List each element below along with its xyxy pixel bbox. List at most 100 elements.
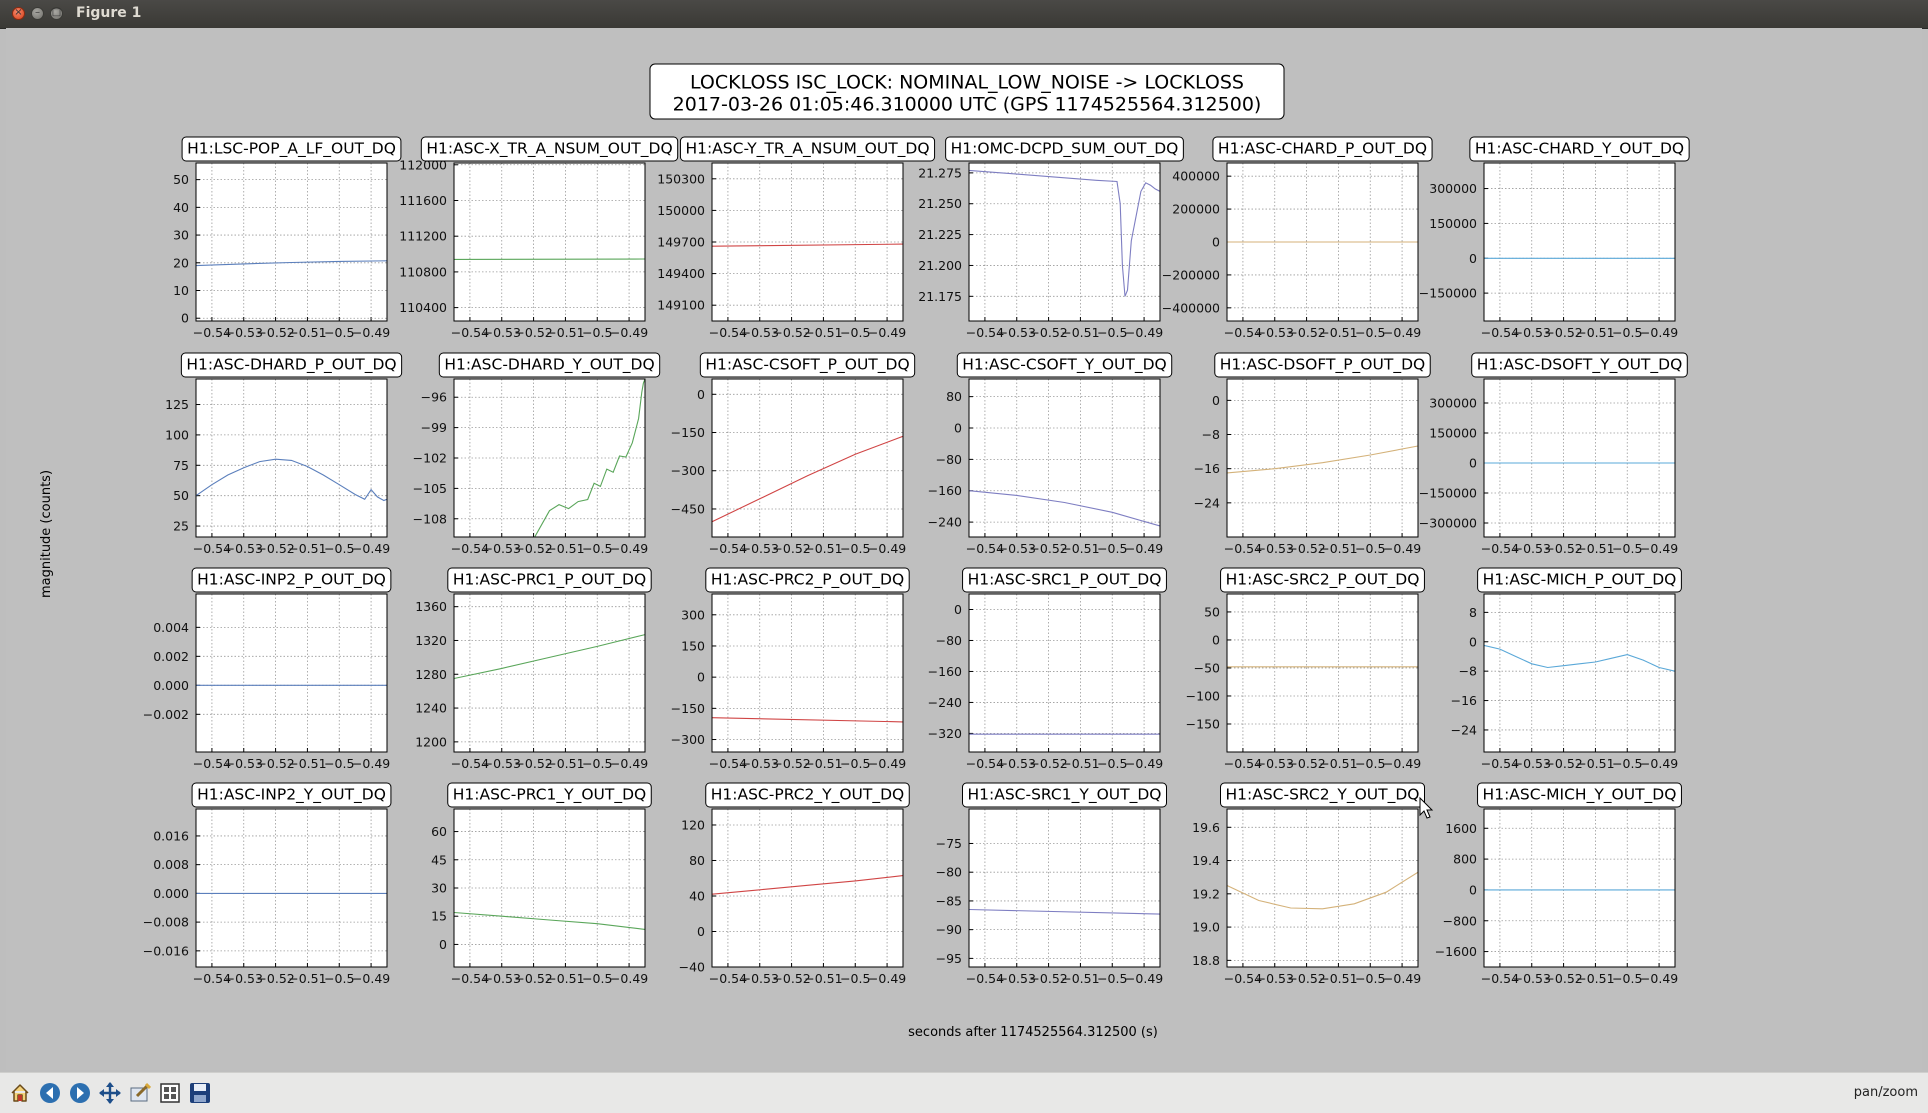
plot-area xyxy=(1227,379,1418,537)
subplot-title: H1:LSC-POP_A_LF_OUT_DQ xyxy=(187,140,396,159)
y-tick-label: −0.008 xyxy=(143,915,189,930)
subplot: −0.54−0.53−0.52−0.51−0.5−0.49−240−160−80… xyxy=(928,353,1172,556)
y-tick-label: 0 xyxy=(1469,634,1477,649)
x-tick-label: −0.5 xyxy=(1097,325,1127,340)
y-tick-label: −16 xyxy=(1194,461,1220,476)
subplot-title: H1:ASC-INP2_Y_OUT_DQ xyxy=(197,786,386,805)
x-tick-label: −0.49 xyxy=(610,541,648,556)
figure-canvas[interactable]: LOCKLOSS ISC_LOCK: NOMINAL_LOW_NOISE -> … xyxy=(6,28,1922,1070)
y-tick-label: 300000 xyxy=(1429,396,1477,411)
plot-area xyxy=(712,594,903,752)
y-tick-label: 18.8 xyxy=(1192,953,1220,968)
y-tick-label: 19.2 xyxy=(1192,886,1220,901)
y-tick-label: −100 xyxy=(1186,688,1220,703)
y-tick-label: 50 xyxy=(173,172,189,187)
y-tick-label: −160 xyxy=(928,483,962,498)
x-tick-label: −0.5 xyxy=(1612,541,1642,556)
home-button[interactable] xyxy=(8,1081,32,1105)
x-tick-label: −0.49 xyxy=(610,971,648,986)
y-tick-label: 110400 xyxy=(399,300,447,315)
forward-button[interactable] xyxy=(68,1081,92,1105)
x-tick-label: −0.49 xyxy=(1125,756,1163,771)
y-tick-label: 40 xyxy=(173,200,189,215)
y-tick-label: −40 xyxy=(679,960,705,975)
pan-button[interactable] xyxy=(98,1081,122,1105)
x-tick-label: −0.49 xyxy=(1125,325,1163,340)
plot-area xyxy=(1484,594,1675,752)
subplot: −0.54−0.53−0.52−0.51−0.5−0.49015304560H1… xyxy=(431,783,651,986)
y-tick-label: −450 xyxy=(671,501,705,516)
x-tick-label: −0.49 xyxy=(868,541,906,556)
subplot-title: H1:ASC-DSOFT_Y_OUT_DQ xyxy=(1477,356,1683,375)
x-tick-label: −0.5 xyxy=(1612,756,1642,771)
x-tick-label: −0.49 xyxy=(1125,971,1163,986)
save-button[interactable] xyxy=(188,1081,212,1105)
y-tick-label: −105 xyxy=(413,481,447,496)
y-tick-label: −8 xyxy=(1202,427,1220,442)
y-tick-label: 19.0 xyxy=(1192,920,1220,935)
y-tick-label: 0 xyxy=(954,602,962,617)
y-tick-label: −150 xyxy=(1186,716,1220,731)
maximize-icon: □ xyxy=(51,5,62,21)
x-tick-label: −0.5 xyxy=(582,325,612,340)
y-tick-label: 110800 xyxy=(399,264,447,279)
y-tick-label: −0.002 xyxy=(143,707,189,722)
y-tick-label: 21.225 xyxy=(918,227,962,242)
y-tick-label: 1600 xyxy=(1445,821,1477,836)
subplot: −0.54−0.53−0.52−0.51−0.5−0.49−400000−200… xyxy=(1162,137,1432,340)
save-icon xyxy=(189,1082,211,1104)
window-maximize-button[interactable]: □ xyxy=(50,7,63,20)
window-minimize-button[interactable]: – xyxy=(31,7,44,20)
plot-area xyxy=(1484,163,1675,321)
y-tick-label: 300000 xyxy=(1429,181,1477,196)
x-tick-label: −0.49 xyxy=(868,756,906,771)
plot-area xyxy=(969,809,1160,967)
y-tick-label: 150 xyxy=(681,638,705,653)
figure-xlabel: seconds after 1174525564.312500 (s) xyxy=(908,1025,1158,1040)
pan-icon xyxy=(99,1082,121,1104)
y-tick-label: 30 xyxy=(431,881,447,896)
x-tick-label: −0.51 xyxy=(1061,971,1099,986)
x-tick-label: −0.49 xyxy=(352,541,390,556)
subplot-title: H1:ASC-PRC2_P_OUT_DQ xyxy=(711,571,904,590)
subplot-title: H1:ASC-SRC1_P_OUT_DQ xyxy=(968,571,1162,590)
plot-area xyxy=(712,379,903,537)
window-title: Figure 1 xyxy=(76,5,141,21)
y-tick-label: −160 xyxy=(928,664,962,679)
window-close-button[interactable]: × xyxy=(12,7,25,20)
subplot-grid: −0.54−0.53−0.52−0.51−0.5−0.4901020304050… xyxy=(143,137,1689,986)
figure-svg[interactable]: LOCKLOSS ISC_LOCK: NOMINAL_LOW_NOISE -> … xyxy=(6,28,1922,1070)
subplot-title: H1:ASC-CSOFT_Y_OUT_DQ xyxy=(962,356,1166,375)
x-tick-label: −0.51 xyxy=(1061,756,1099,771)
y-tick-label: 40 xyxy=(689,888,705,903)
y-tick-label: 21.275 xyxy=(918,165,962,180)
x-tick-label: −0.49 xyxy=(868,325,906,340)
y-tick-label: 60 xyxy=(431,824,447,839)
subplot: −0.54−0.53−0.52−0.51−0.5−0.4918.819.019.… xyxy=(1192,783,1424,986)
y-tick-label: −320 xyxy=(928,726,962,741)
x-tick-label: −0.51 xyxy=(1319,325,1357,340)
y-tick-label: −85 xyxy=(936,893,962,908)
subplot: −0.54−0.53−0.52−0.51−0.5−0.4911040011080… xyxy=(399,137,677,340)
y-tick-label: 800 xyxy=(1453,852,1477,867)
y-tick-label: 149100 xyxy=(657,298,705,313)
x-tick-label: −0.5 xyxy=(324,756,354,771)
y-tick-label: −300 xyxy=(671,463,705,478)
subplots-button[interactable] xyxy=(158,1081,182,1105)
subplot: −0.54−0.53−0.52−0.51−0.5−0.4925507510012… xyxy=(165,353,401,556)
x-tick-label: −0.51 xyxy=(546,756,584,771)
plot-area xyxy=(196,163,387,321)
back-button[interactable] xyxy=(38,1081,62,1105)
subplot: −0.54−0.53−0.52−0.51−0.5−0.49−300000−150… xyxy=(1419,353,1687,556)
plot-area xyxy=(196,809,387,967)
y-tick-label: −150 xyxy=(671,425,705,440)
x-tick-label: −0.49 xyxy=(1640,971,1678,986)
x-tick-label: −0.49 xyxy=(1640,541,1678,556)
y-tick-label: −50 xyxy=(1194,660,1220,675)
zoom-button[interactable] xyxy=(128,1081,152,1105)
subplot-title: H1:ASC-SRC1_Y_OUT_DQ xyxy=(968,786,1162,805)
plot-area xyxy=(712,809,903,967)
subplot: −0.54−0.53−0.52−0.51−0.5−0.49−150−100−50… xyxy=(1186,568,1425,771)
x-tick-label: −0.51 xyxy=(1061,325,1099,340)
back-icon xyxy=(39,1082,61,1104)
